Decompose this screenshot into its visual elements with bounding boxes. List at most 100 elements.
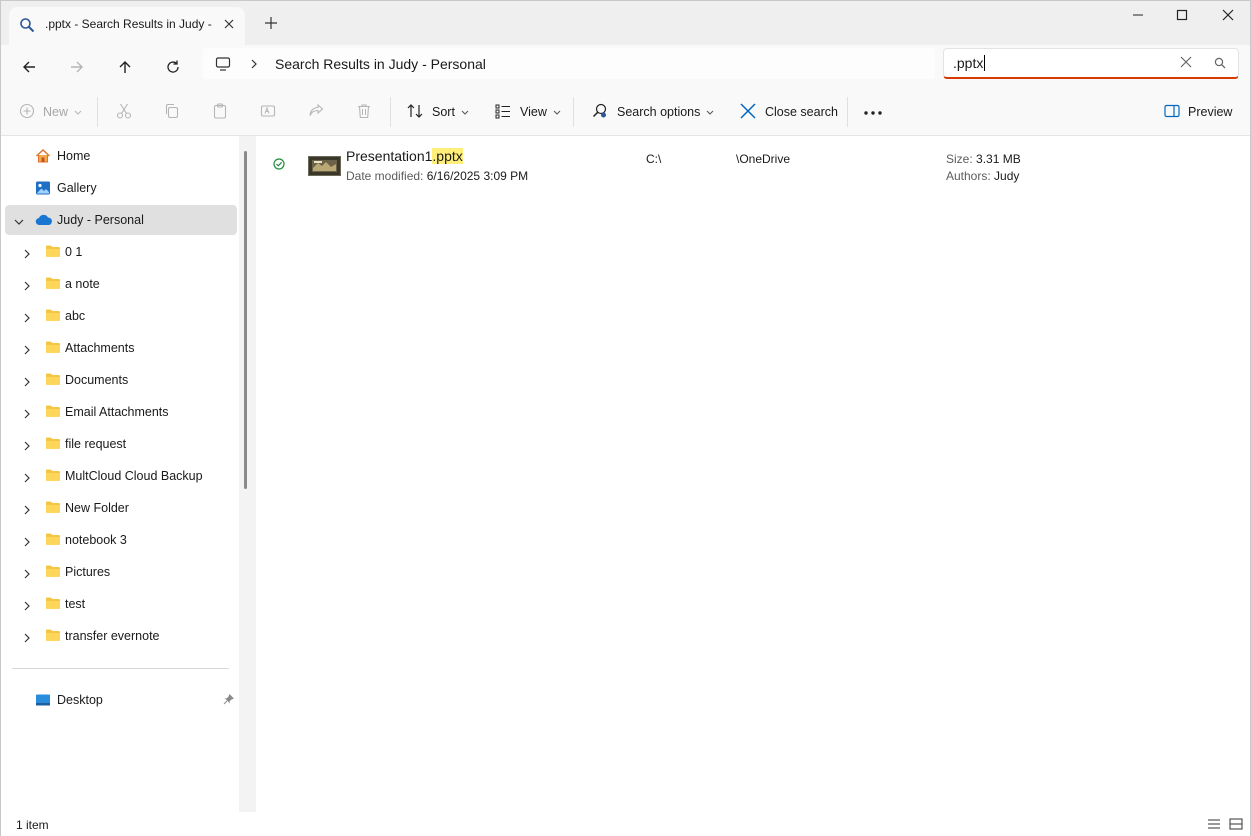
sidebar-item-label: 0 1 [65, 245, 83, 259]
chevron-right-icon[interactable] [23, 344, 31, 358]
breadcrumb-chevron-icon[interactable] [249, 58, 259, 73]
close-icon[interactable] [1205, 5, 1251, 25]
sidebar-item-folder[interactable]: Pictures [5, 557, 237, 587]
sidebar-item-label: Home [57, 149, 91, 163]
sidebar-item-folder[interactable]: Attachments [5, 333, 237, 363]
file-name[interactable]: Presentation1.pptx [346, 148, 463, 164]
forward-arrow-icon[interactable] [63, 53, 91, 81]
tab-search-results[interactable]: .pptx - Search Results in Judy - Persona… [9, 7, 245, 45]
sidebar-item-label: Documents [65, 373, 129, 387]
pin-icon[interactable] [223, 693, 235, 708]
file-path: \OneDrive [736, 152, 791, 166]
chevron-right-icon[interactable] [23, 376, 31, 390]
sidebar-item-label: Desktop [57, 693, 103, 707]
more-options-button[interactable] [863, 89, 883, 135]
search-options-button[interactable]: Search options [591, 89, 714, 135]
folder-icon [45, 308, 61, 325]
address-bar[interactable]: Search Results in Judy - Personal [203, 48, 935, 79]
tab-close-icon[interactable] [221, 16, 237, 32]
sidebar-item-home[interactable]: Home [5, 141, 237, 171]
chevron-right-icon[interactable] [23, 408, 31, 422]
sidebar-item-folder[interactable]: Email Attachments [5, 397, 237, 427]
search-settings-icon [591, 102, 609, 123]
chevron-down-icon[interactable] [14, 215, 24, 229]
rename-button[interactable] [259, 89, 277, 135]
sidebar-divider [12, 668, 229, 669]
sidebar-item-folder[interactable]: transfer evernote [5, 621, 237, 651]
share-button[interactable] [307, 89, 325, 135]
sidebar-scrollbar[interactable] [244, 151, 247, 489]
sidebar-item-folder[interactable]: a note [5, 269, 237, 299]
up-arrow-icon[interactable] [111, 53, 139, 81]
sort-arrows-icon [406, 102, 424, 123]
folder-icon [45, 340, 61, 357]
refresh-icon[interactable] [159, 53, 187, 81]
sync-status-check-icon [273, 158, 285, 173]
chevron-right-icon[interactable] [23, 568, 31, 582]
copy-icon [163, 102, 181, 123]
search-input[interactable]: .pptx [953, 55, 986, 71]
sidebar-item-label: Judy - Personal [57, 213, 144, 227]
status-bar: 1 item [1, 812, 1250, 836]
chevron-right-icon[interactable] [23, 248, 31, 262]
new-button[interactable]: New [19, 89, 82, 135]
view-button[interactable]: View [494, 89, 561, 135]
minimize-icon[interactable] [1115, 5, 1161, 25]
sidebar-item-folder[interactable]: MultCloud Cloud Backup [5, 461, 237, 491]
preview-pane-button[interactable]: Preview [1164, 89, 1232, 135]
sidebar-item-folder[interactable]: Documents [5, 365, 237, 395]
sidebar-item-label: a note [65, 277, 100, 291]
folder-icon [45, 244, 61, 261]
pptx-thumbnail-icon [308, 156, 341, 176]
folder-icon [45, 628, 61, 645]
folder-icon [45, 596, 61, 613]
chevron-right-icon[interactable] [23, 504, 31, 518]
chevron-right-icon[interactable] [23, 440, 31, 454]
divider [573, 97, 574, 127]
folder-icon [45, 276, 61, 293]
chevron-down-icon [553, 105, 561, 119]
result-row[interactable]: Presentation1.pptx Date modified: 6/16/2… [256, 136, 1250, 192]
pane-splitter[interactable] [239, 136, 256, 812]
details-view-icon[interactable] [1207, 818, 1221, 833]
sidebar-item-folder[interactable]: 0 1 [5, 237, 237, 267]
close-search-button[interactable]: Close search [739, 89, 838, 135]
clear-search-icon[interactable] [1180, 56, 1192, 71]
folder-icon [45, 564, 61, 581]
folder-icon [45, 404, 61, 421]
back-arrow-icon[interactable] [15, 53, 43, 81]
sidebar-item-label: Gallery [57, 181, 97, 195]
results-pane: Presentation1.pptx Date modified: 6/16/2… [256, 136, 1250, 812]
item-count: 1 item [16, 818, 49, 832]
delete-button[interactable] [355, 89, 373, 135]
sidebar-item-folder[interactable]: abc [5, 301, 237, 331]
chevron-right-icon[interactable] [23, 472, 31, 486]
chevron-right-icon[interactable] [23, 280, 31, 294]
chevron-right-icon[interactable] [23, 632, 31, 646]
view-list-icon [494, 102, 512, 123]
sidebar-item-folder[interactable]: notebook 3 [5, 525, 237, 555]
sidebar-item-label: Pictures [65, 565, 111, 579]
chevron-right-icon[interactable] [23, 536, 31, 550]
sidebar-item-judy-personal[interactable]: Judy - Personal [5, 205, 237, 235]
breadcrumb[interactable]: Search Results in Judy - Personal [275, 56, 486, 72]
sidebar-item-folder[interactable]: test [5, 589, 237, 619]
navigation-bar: Search Results in Judy - Personal .pptx [1, 45, 1250, 89]
sort-button[interactable]: Sort [406, 89, 469, 135]
search-match-highlight: .pptx [432, 148, 463, 164]
paste-button[interactable] [211, 89, 229, 135]
maximize-icon[interactable] [1159, 5, 1205, 25]
chevron-right-icon[interactable] [23, 600, 31, 614]
divider [847, 97, 848, 127]
sidebar-item-folder[interactable]: file request [5, 429, 237, 459]
tiles-view-icon[interactable] [1229, 818, 1243, 833]
sidebar-item-desktop[interactable]: Desktop [5, 685, 237, 715]
new-tab-icon[interactable] [263, 15, 279, 31]
search-box[interactable]: .pptx [943, 48, 1239, 79]
search-icon[interactable] [1214, 57, 1226, 72]
sidebar-item-folder[interactable]: New Folder [5, 493, 237, 523]
cut-button[interactable] [115, 89, 133, 135]
chevron-right-icon[interactable] [23, 312, 31, 326]
copy-button[interactable] [163, 89, 181, 135]
sidebar-item-gallery[interactable]: Gallery [5, 173, 237, 203]
